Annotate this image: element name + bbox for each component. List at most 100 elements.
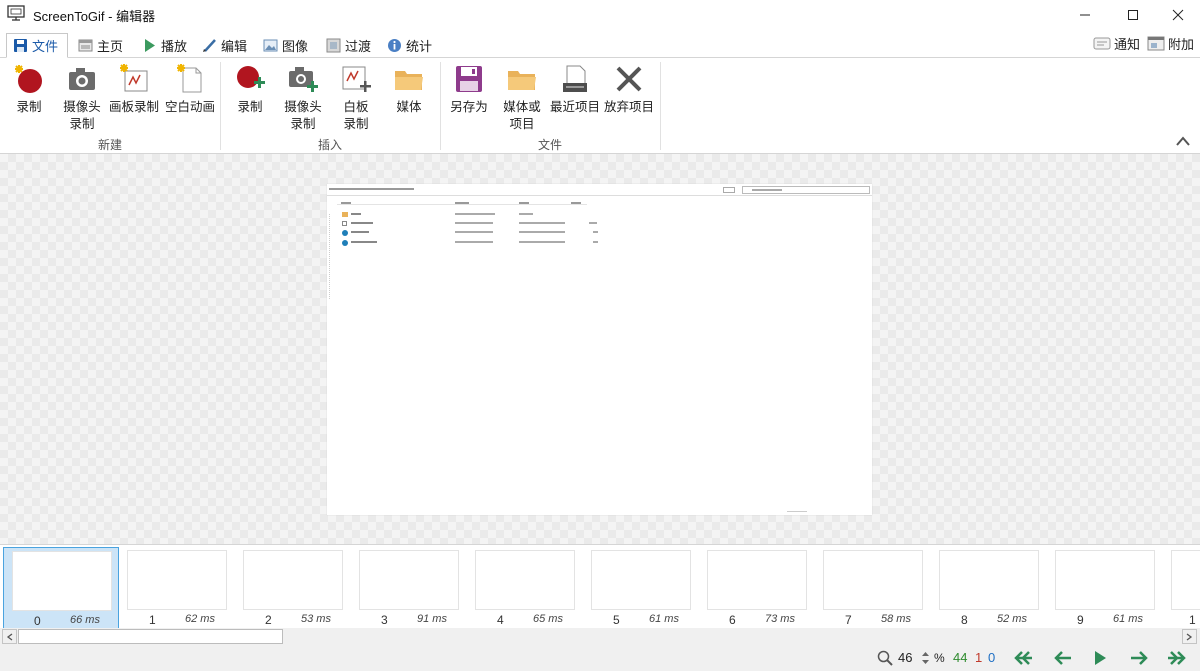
close-button[interactable] bbox=[1155, 0, 1200, 30]
frame-image bbox=[707, 550, 807, 610]
scrollbar-thumb[interactable] bbox=[18, 629, 283, 644]
frame-delay: 91 ms bbox=[417, 613, 447, 625]
zoom-unit: % bbox=[934, 651, 945, 665]
frame-delay: 62 ms bbox=[185, 613, 215, 625]
new-record-button[interactable]: 录制 bbox=[3, 63, 55, 116]
frame-thumbnail[interactable]: 8 52 ms bbox=[931, 547, 1047, 629]
extras-label: 附加 bbox=[1168, 36, 1195, 52]
frame-canvas bbox=[0, 154, 1200, 544]
frame-image bbox=[591, 550, 691, 610]
group-separator bbox=[660, 62, 661, 150]
zoom-stepper-icon[interactable] bbox=[921, 650, 930, 666]
notification-icon bbox=[1093, 37, 1111, 49]
tab-statistics[interactable]: 统计 bbox=[381, 33, 438, 58]
zoom-value[interactable]: 46 bbox=[898, 650, 912, 665]
frame-index: 4 bbox=[497, 613, 504, 627]
window-title: ScreenToGif - 编辑器 bbox=[33, 9, 156, 24]
discard-project-button[interactable]: 放弃项目 bbox=[603, 63, 655, 116]
notifications-button[interactable]: 通知 bbox=[1093, 33, 1140, 53]
frame-thumbnail[interactable]: 7 58 ms bbox=[815, 547, 931, 629]
frame-list[interactable]: 0 66 ms 1 62 ms 2 53 ms 3 91 ms 4 65 ms … bbox=[0, 544, 1200, 629]
button-label: 最近项目 bbox=[549, 100, 600, 114]
frame-thumbnail[interactable]: 1 bbox=[1163, 547, 1200, 629]
tab-transition[interactable]: 过渡 bbox=[320, 33, 377, 58]
title-bar: ScreenToGif - 编辑器 bbox=[0, 0, 1200, 30]
total-frames-count: 44 bbox=[953, 650, 968, 665]
save-icon bbox=[14, 39, 27, 52]
save-as-icon bbox=[456, 66, 482, 92]
close-icon bbox=[1172, 9, 1184, 21]
previous-frame-button[interactable] bbox=[1052, 649, 1074, 667]
tab-play[interactable]: 播放 bbox=[136, 33, 193, 58]
button-label: 摄像头 bbox=[63, 100, 101, 114]
next-frame-button[interactable] bbox=[1128, 649, 1150, 667]
app-icon bbox=[7, 5, 25, 21]
open-media-project-button[interactable]: 媒体或 项目 bbox=[496, 63, 548, 133]
frame-index: 1 bbox=[149, 613, 156, 627]
tab-label: 主页 bbox=[97, 39, 124, 54]
frame-thumbnail[interactable]: 3 91 ms bbox=[351, 547, 467, 629]
save-as-button[interactable]: 另存为 bbox=[443, 63, 495, 116]
frame-thumbnail[interactable]: 1 62 ms bbox=[119, 547, 235, 629]
frame-index: 1 bbox=[1189, 613, 1196, 627]
tab-file[interactable]: 文件 bbox=[6, 33, 68, 58]
insert-record-button[interactable]: 录制 bbox=[224, 63, 276, 116]
ribbon-tabs: 文件 主页 播放 编辑 图像 过渡 统计 bbox=[0, 30, 1200, 58]
frame-delay: 53 ms bbox=[301, 613, 331, 625]
tab-home[interactable]: 主页 bbox=[72, 33, 129, 58]
frame-image bbox=[127, 550, 227, 610]
frame-image bbox=[1055, 550, 1155, 610]
webcam-icon bbox=[69, 68, 95, 90]
button-label: 画板录制 bbox=[108, 100, 159, 114]
insert-board-record-button[interactable]: 白板 录制 bbox=[330, 63, 382, 133]
frame-thumbnail[interactable]: 2 53 ms bbox=[235, 547, 351, 629]
frame-thumbnail[interactable]: 0 66 ms bbox=[3, 547, 119, 629]
group-label-file: 文件 bbox=[538, 138, 563, 152]
maximize-icon bbox=[1128, 10, 1138, 20]
insert-board-icon bbox=[342, 66, 371, 92]
chevron-right-icon bbox=[1186, 632, 1193, 641]
frame-index: 3 bbox=[381, 613, 388, 627]
frame-index: 8 bbox=[961, 613, 968, 627]
frame-delay: 58 ms bbox=[881, 613, 911, 625]
group-label-new: 新建 bbox=[98, 138, 123, 152]
image-icon bbox=[263, 39, 278, 52]
insert-webcam-record-button[interactable]: 摄像头 录制 bbox=[277, 63, 329, 133]
tab-label: 文件 bbox=[32, 39, 59, 54]
new-webcam-record-button[interactable]: 摄像头 录制 bbox=[56, 63, 108, 133]
frame-image bbox=[823, 550, 923, 610]
last-frame-button[interactable] bbox=[1166, 649, 1188, 667]
frame-list-scrollbar[interactable] bbox=[0, 628, 1200, 645]
notifications-label: 通知 bbox=[1114, 36, 1141, 52]
insert-media-button[interactable]: 媒体 bbox=[383, 63, 435, 116]
play-button[interactable] bbox=[1089, 649, 1111, 667]
frame-image bbox=[939, 550, 1039, 610]
frame-thumbnail[interactable]: 5 61 ms bbox=[583, 547, 699, 629]
frame-delay: 66 ms bbox=[70, 614, 100, 626]
new-board-record-button[interactable]: 画板录制 bbox=[108, 63, 160, 116]
open-media-icon bbox=[508, 71, 536, 90]
tab-image[interactable]: 图像 bbox=[257, 33, 314, 58]
maximize-button[interactable] bbox=[1110, 0, 1156, 30]
frame-thumbnail[interactable]: 9 61 ms bbox=[1047, 547, 1163, 629]
insert-webcam-icon bbox=[289, 67, 318, 92]
new-blank-animation-button[interactable]: 空白动画 bbox=[164, 63, 216, 116]
frame-thumbnail[interactable]: 6 73 ms bbox=[699, 547, 815, 629]
frame-delay: 52 ms bbox=[997, 613, 1027, 625]
scroll-right-button[interactable] bbox=[1182, 629, 1197, 644]
ribbon-panel: 录制 摄像头 录制 画板录制 空白动画 新建 录制 摄像头 录制 白板 录制 媒… bbox=[0, 57, 1200, 154]
frame-thumbnail[interactable]: 4 65 ms bbox=[467, 547, 583, 629]
button-label: 放弃项目 bbox=[603, 100, 654, 114]
button-label: 录制 bbox=[16, 100, 42, 114]
collapse-ribbon-icon[interactable] bbox=[1176, 135, 1190, 147]
recent-projects-button[interactable]: 最近项目 bbox=[549, 63, 601, 116]
first-frame-button[interactable] bbox=[1012, 649, 1034, 667]
frame-delay: 73 ms bbox=[765, 613, 795, 625]
zoom-icon bbox=[877, 650, 893, 666]
frame-index: 0 bbox=[34, 614, 41, 628]
minimize-button[interactable] bbox=[1062, 0, 1108, 30]
frame-index: 2 bbox=[265, 613, 272, 627]
extras-button[interactable]: 附加 bbox=[1147, 33, 1194, 53]
scroll-left-button[interactable] bbox=[2, 629, 17, 644]
tab-edit[interactable]: 编辑 bbox=[196, 33, 253, 58]
